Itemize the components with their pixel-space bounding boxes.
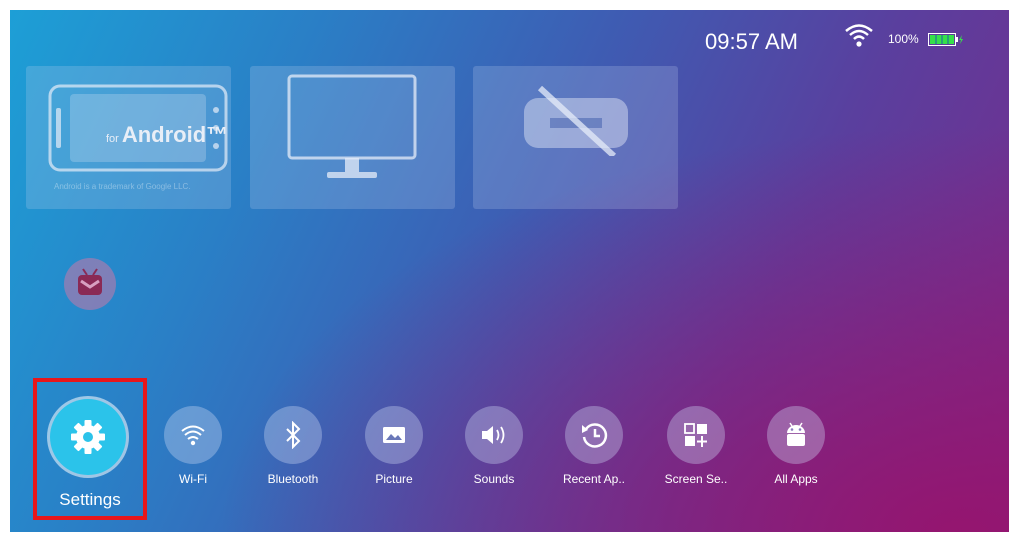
wifi-icon bbox=[845, 24, 873, 47]
dock-circle bbox=[365, 406, 423, 464]
dock-item-recent-apps[interactable]: Recent Ap.. bbox=[554, 406, 634, 486]
bluetooth-icon bbox=[286, 421, 301, 449]
wifi-icon bbox=[181, 425, 205, 446]
dock-item-screen-settings[interactable]: Screen Se.. bbox=[656, 406, 736, 486]
dock-circle bbox=[465, 406, 523, 464]
dock-item-sounds[interactable]: Sounds bbox=[454, 406, 534, 486]
dock-label: Recent Ap.. bbox=[562, 472, 626, 486]
settings-button[interactable]: Settings bbox=[33, 378, 147, 520]
gear-icon bbox=[71, 420, 105, 454]
dock-circle bbox=[767, 406, 825, 464]
tile-no-link[interactable] bbox=[473, 66, 678, 209]
dock-label: Sounds bbox=[473, 472, 515, 486]
android-trademark-note: Android is a trademark of Google LLC. bbox=[54, 182, 191, 191]
dock-item-bluetooth[interactable]: Bluetooth bbox=[253, 406, 333, 486]
dock-label: Wi-Fi bbox=[179, 472, 207, 486]
android-label: for Android™ bbox=[106, 122, 229, 147]
dock-circle bbox=[264, 406, 322, 464]
tile-android[interactable]: for Android™ Android is a trademark of Go… bbox=[26, 66, 231, 209]
speaker-icon bbox=[482, 426, 505, 444]
settings-icon-circle bbox=[50, 399, 126, 475]
picture-icon bbox=[383, 427, 405, 443]
dock-label: All Apps bbox=[774, 472, 818, 486]
home-screen: 09:57 AM 100% for Android™ Android is a t… bbox=[10, 10, 1009, 532]
dock-circle bbox=[164, 406, 222, 464]
dock-label: Screen Se.. bbox=[664, 472, 728, 486]
clock: 09:57 AM bbox=[705, 29, 798, 54]
grid-plus-icon bbox=[684, 423, 707, 447]
app-icon[interactable] bbox=[63, 257, 117, 311]
dock-item-picture[interactable]: Picture bbox=[354, 406, 434, 486]
settings-label: Settings bbox=[59, 490, 121, 509]
dock-circle bbox=[667, 406, 725, 464]
android-icon bbox=[787, 422, 805, 446]
dock-label: Picture bbox=[375, 472, 413, 486]
battery-charging-icon bbox=[928, 33, 963, 46]
dock-item-all-apps[interactable]: All Apps bbox=[756, 406, 836, 486]
link-off-icon bbox=[524, 86, 628, 156]
monitor-icon bbox=[287, 74, 417, 178]
dock-circle bbox=[565, 406, 623, 464]
history-icon bbox=[582, 423, 608, 448]
dock-item-wifi[interactable]: Wi-Fi bbox=[153, 406, 233, 486]
tile-display[interactable] bbox=[250, 66, 455, 209]
dock-label: Bluetooth bbox=[267, 472, 319, 486]
battery-percent: 100% bbox=[888, 32, 919, 46]
